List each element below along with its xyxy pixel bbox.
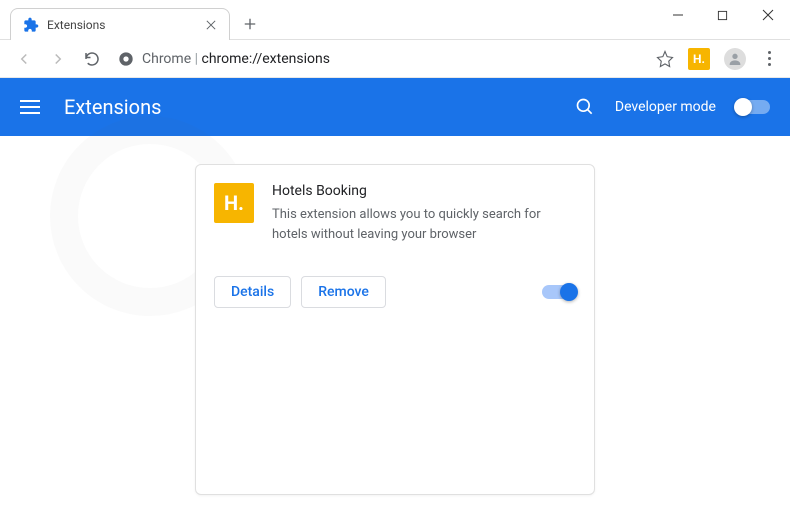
remove-button[interactable]: Remove	[301, 276, 386, 308]
maximize-button[interactable]	[700, 0, 745, 30]
profile-avatar[interactable]	[724, 48, 746, 70]
hamburger-menu-icon[interactable]	[20, 100, 40, 114]
window-controls	[655, 0, 790, 30]
close-tab-icon[interactable]	[203, 17, 219, 33]
minimize-button[interactable]	[655, 0, 700, 30]
window-titlebar: Extensions	[0, 0, 790, 40]
extension-description: This extension allows you to quickly sea…	[272, 205, 576, 244]
chrome-icon	[118, 51, 134, 67]
page-title: Extensions	[64, 95, 161, 119]
puzzle-icon	[23, 17, 39, 33]
address-bar: Chrome | chrome://extensions H.	[0, 40, 790, 78]
close-window-button[interactable]	[745, 0, 790, 30]
bookmark-star-icon[interactable]	[656, 50, 674, 68]
extension-icon: H.	[214, 183, 254, 223]
kebab-menu-icon[interactable]	[760, 50, 778, 68]
address-field[interactable]: Chrome | chrome://extensions	[114, 51, 646, 67]
extension-badge-icon[interactable]: H.	[688, 48, 710, 70]
extension-name: Hotels Booking	[272, 183, 576, 199]
new-tab-button[interactable]	[236, 10, 264, 38]
search-icon[interactable]	[575, 97, 595, 117]
tab-strip: Extensions	[10, 8, 264, 40]
content-area: risk.com H. Hotels Booking This extensio…	[0, 136, 790, 523]
developer-mode-label: Developer mode	[615, 99, 716, 115]
tab-title: Extensions	[47, 18, 195, 32]
developer-mode-toggle[interactable]	[736, 100, 770, 114]
extensions-header: Extensions Developer mode	[0, 78, 790, 136]
address-text: Chrome | chrome://extensions	[142, 51, 330, 67]
extension-enable-toggle[interactable]	[542, 285, 576, 299]
browser-tab[interactable]: Extensions	[10, 8, 230, 40]
toolbar-right: H.	[656, 48, 778, 70]
forward-button[interactable]	[46, 47, 70, 71]
extension-card: H. Hotels Booking This extension allows …	[195, 164, 595, 495]
details-button[interactable]: Details	[214, 276, 291, 308]
back-button[interactable]	[12, 47, 36, 71]
reload-button[interactable]	[80, 47, 104, 71]
